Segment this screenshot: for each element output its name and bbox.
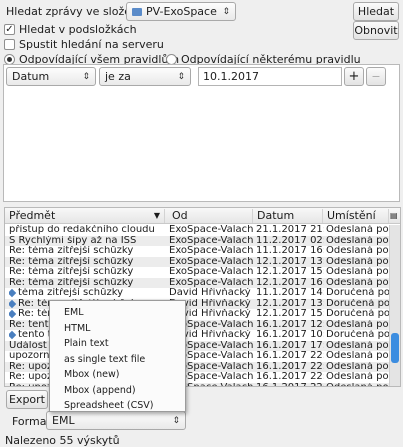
table-row[interactable]: téma zítřejší schůzky David Hřivňacký 11.1…	[5, 288, 389, 299]
cell-date: 12.1.2017 16:08	[256, 277, 324, 288]
cell-location: Odeslaná pošta	[326, 383, 389, 387]
cell-date: 11.1.2017 14:33	[256, 288, 324, 298]
cell-from: ExoSpace-Valach	[169, 225, 253, 235]
cell-subject: S Rychlými šípy až na ISS	[9, 235, 137, 246]
column-date[interactable]: Datum	[253, 209, 323, 223]
cell-location: Odeslaná pošta	[326, 319, 389, 330]
cell-location: Odeslaná pošta	[326, 361, 389, 372]
folder-label: Hledat zprávy ve složce:	[6, 5, 141, 18]
rule-field-value: Datum	[12, 70, 50, 83]
cell-subject: Re: téma zítřejší schůzky	[9, 246, 134, 256]
sort-chevron-icon: ▼	[153, 211, 160, 220]
cell-location: Odeslaná pošta	[326, 225, 389, 235]
cell-date: 11.2.2017 02:45	[256, 235, 324, 246]
export-button[interactable]: Export	[6, 390, 48, 409]
format-option[interactable]: Mbox (append)	[64, 385, 136, 396]
remove-rule-button[interactable]: −	[366, 67, 386, 86]
cell-date: 11.1.2017 16:08	[256, 246, 324, 256]
status-text: Nalezeno 55 výskytů	[5, 434, 120, 447]
cell-location: Odeslaná pošta	[326, 340, 389, 351]
cell-from: ExoSpace-Valach	[169, 246, 253, 256]
updown-arrows-icon: ⇕	[177, 72, 185, 82]
cell-from: ExoSpace-Valach	[169, 267, 253, 277]
cell-location: Doručená pošta	[326, 309, 389, 319]
cell-date: 12.1.2017 13:29	[256, 256, 324, 267]
cell-location: Odeslaná pošta	[326, 235, 389, 246]
add-rule-button[interactable]: +	[344, 67, 364, 86]
cell-location: Doručená pošta	[326, 298, 389, 309]
cell-date: 21.1.2017 21:57	[256, 225, 324, 235]
column-location[interactable]: Umístění	[323, 209, 389, 223]
cell-date: 12.1.2017 13:52	[256, 298, 324, 309]
cell-from: ExoSpace-Valach	[169, 235, 253, 246]
subfolders-label: Hledat v podsložkách	[19, 23, 137, 36]
thread-icon	[9, 299, 17, 308]
refresh-button[interactable]: Obnovit	[353, 21, 399, 40]
format-option[interactable]: Spreadsheet (CSV)	[64, 400, 153, 411]
table-row[interactable]: Re: téma zítřejší schůzky ExoSpace-Valach…	[5, 246, 389, 257]
cell-location: Odeslaná pošta	[326, 277, 389, 288]
folder-icon	[132, 7, 142, 16]
format-option[interactable]: HTML	[64, 323, 90, 334]
cell-date: 16.1.2017 22:25	[256, 351, 324, 361]
updown-arrows-icon: ⇕	[222, 7, 230, 17]
format-dropdown-menu[interactable]: EML HTML Plain text as single text file Mbox…	[49, 300, 186, 412]
cell-subject: Re: téma zítřejší schůzky	[9, 256, 134, 267]
format-select-value: EML	[52, 414, 75, 427]
updown-arrows-icon: ⇕	[172, 416, 180, 426]
server-search-label: Spustit hledání na serveru	[19, 38, 164, 51]
cell-location: Odeslaná pošta	[326, 351, 389, 361]
thread-icon	[9, 309, 17, 319]
format-option[interactable]: EML	[64, 307, 84, 318]
updown-arrows-icon: ⇕	[82, 72, 90, 82]
cell-date: 16.1.2017 12:57	[256, 319, 324, 330]
cell-subject: téma zítřejší schůzky	[9, 288, 167, 298]
cell-location: Odeslaná pošta	[326, 267, 389, 277]
format-option[interactable]: as single text file	[64, 354, 145, 365]
table-row[interactable]: Re: téma zítřejší schůzky ExoSpace-Valach…	[5, 277, 389, 288]
folder-select-value: PV-ExoSpace	[146, 5, 217, 18]
cell-subject: Re: téma zítřejší schůzky	[9, 267, 134, 277]
column-from[interactable]: Od	[168, 209, 253, 223]
cell-location: Odeslaná pošta	[326, 372, 389, 382]
cell-from: ExoSpace-Valach	[169, 277, 253, 288]
table-row[interactable]: Re: téma zítřejší schůzky ExoSpace-Valach…	[5, 267, 389, 278]
table-row[interactable]: S Rychlými šípy až na ISS ExoSpace-Valach…	[5, 235, 389, 246]
cell-date: 16.1.2017 22:36	[256, 361, 324, 372]
table-scrollbar-thumb[interactable]	[391, 333, 399, 363]
table-scrollbar[interactable]	[389, 225, 400, 386]
format-option[interactable]: Mbox (new)	[64, 369, 119, 380]
cell-date: 16.1.2017 22:39	[256, 372, 324, 382]
cell-location: Odeslaná pošta	[326, 246, 389, 256]
table-row[interactable]: Re: téma zítřejší schůzky ExoSpace-Valach…	[5, 256, 389, 267]
rule-operator-value: je za	[105, 70, 131, 83]
server-search-checkbox[interactable]	[4, 39, 15, 50]
cell-subject: Re: téma zítřejší schůzky	[9, 277, 134, 288]
format-select[interactable]: EML ⇕	[46, 411, 186, 430]
table-row[interactable]: přístup do redakčního cloudu ExoSpace-Val…	[5, 225, 389, 236]
cell-subject: přístup do redakčního cloudu	[9, 225, 155, 235]
search-button[interactable]: Hledat	[353, 2, 399, 21]
folder-select[interactable]: PV-ExoSpace ⇕	[126, 2, 236, 21]
cell-date: 12.1.2017 15:02	[256, 309, 324, 319]
rule-operator-select[interactable]: je za ⇕	[99, 67, 191, 86]
cell-date: 12.1.2017 15:01	[256, 267, 324, 277]
rule-value-input[interactable]: 10.1.2017	[198, 67, 342, 86]
cell-location: Odeslaná pošta	[326, 256, 389, 267]
thread-icon	[9, 288, 17, 298]
cell-from: ExoSpace-Valach	[169, 256, 253, 267]
column-subject[interactable]: Předmět ▼	[5, 209, 165, 223]
rule-field-select[interactable]: Datum ⇕	[6, 67, 96, 86]
subfolders-checkbox[interactable]: ✓	[4, 24, 15, 35]
cell-date: 16.1.2017 22:41	[256, 383, 324, 387]
cell-from: David Hřivňacký	[169, 288, 251, 298]
table-header: Předmět ▼ Od Datum Umístění ▤	[5, 208, 400, 224]
format-option[interactable]: Plain text	[64, 338, 109, 349]
cell-location: Doručená pošta	[326, 330, 389, 340]
column-picker-icon[interactable]: ▤	[389, 209, 400, 223]
cell-date: 16.1.2017 10:08	[256, 330, 324, 340]
cell-date: 16.1.2017 17:36	[256, 340, 324, 351]
cell-location: Doručená pošta	[326, 288, 389, 298]
thread-icon	[9, 330, 17, 340]
